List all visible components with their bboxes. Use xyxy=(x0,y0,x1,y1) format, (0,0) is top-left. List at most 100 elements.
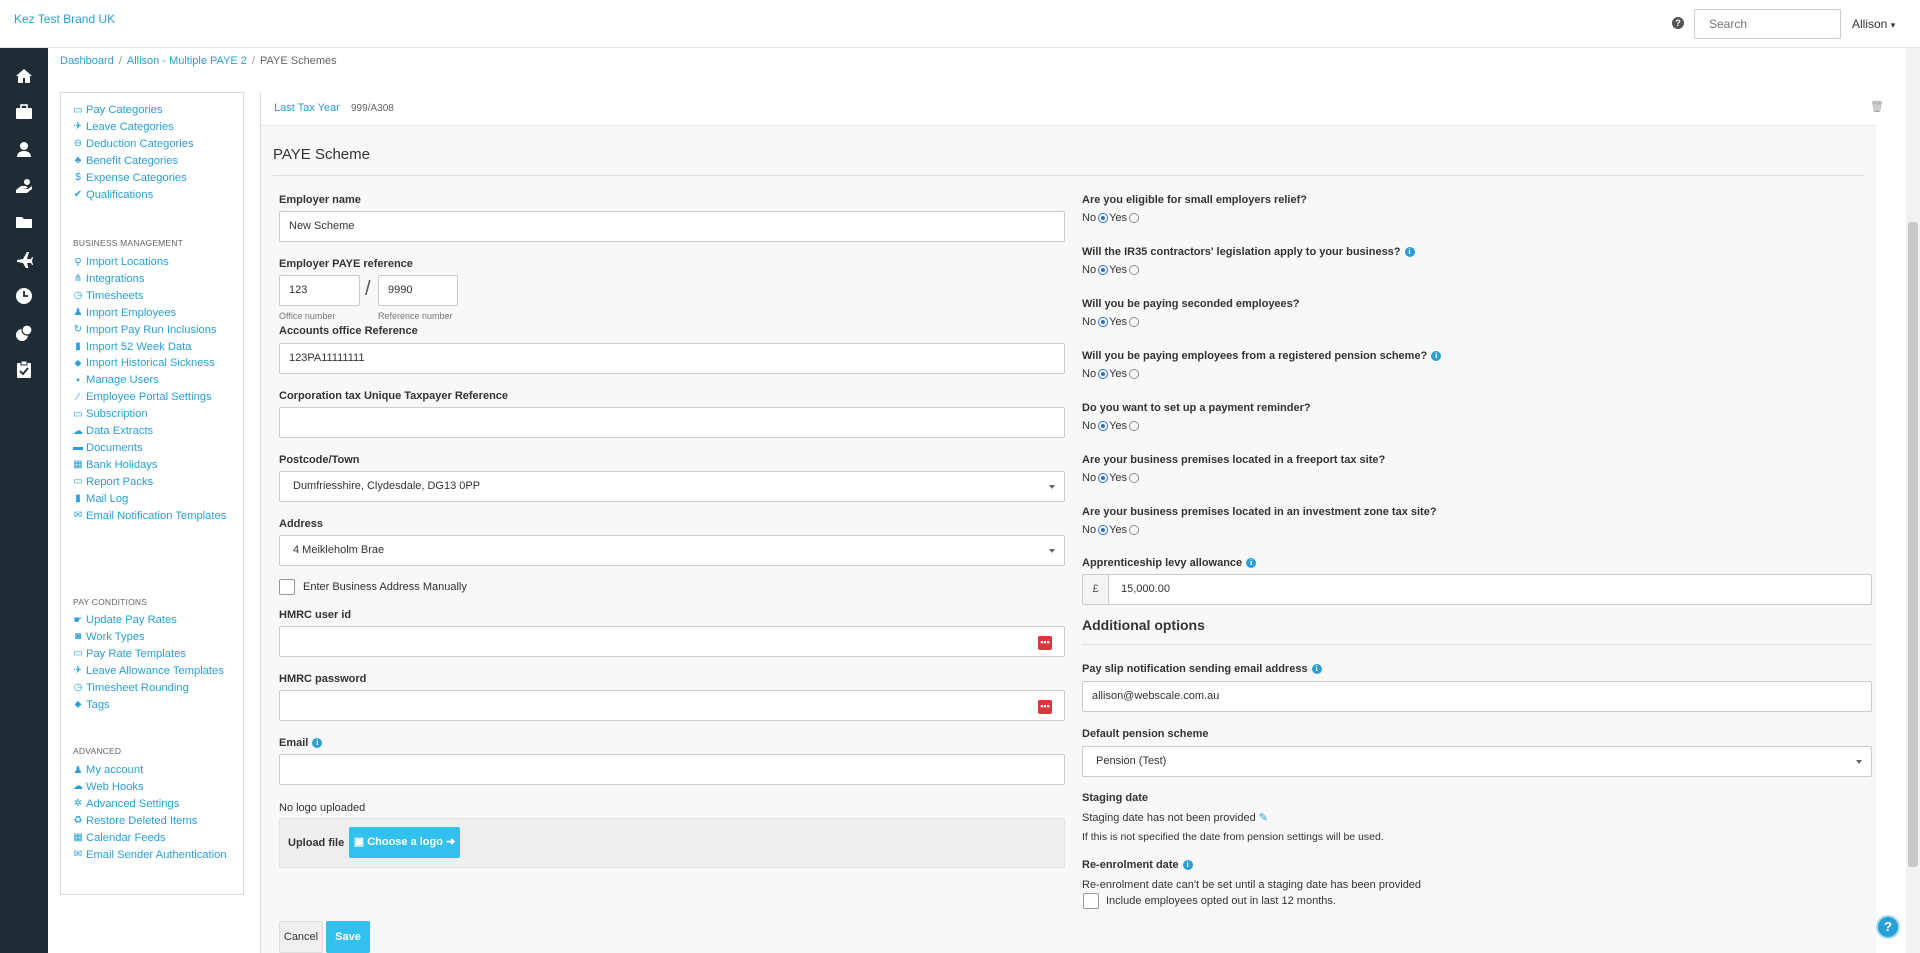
include-opted-out-checkbox[interactable] xyxy=(1083,893,1099,909)
radio-no[interactable] xyxy=(1098,473,1109,483)
sidebar-item-update-pay-rates[interactable]: ☛ Update Pay Rates xyxy=(73,614,177,626)
briefcase-icon[interactable] xyxy=(12,100,36,124)
sidebar-item-import-52-week-data[interactable]: ▮ Import 52 Week Data xyxy=(73,341,191,353)
clipboard-icon[interactable] xyxy=(12,358,36,382)
sidebar-item-deduction-categories[interactable]: ⊖ Deduction Categories xyxy=(73,138,194,150)
sidebar-item-benefit-categories[interactable]: ♣ Benefit Categories xyxy=(73,155,178,167)
levy-input[interactable]: £15,000.00 xyxy=(1082,574,1872,605)
sidebar-item-import-locations[interactable]: ⚲ Import Locations xyxy=(73,256,168,268)
help-icon[interactable]: ? xyxy=(1672,17,1684,29)
info-icon[interactable]: i xyxy=(1404,247,1415,257)
breadcrumb-business[interactable]: Allison - Multiple PAYE 2 xyxy=(127,55,247,67)
hmrc-user-input[interactable]: ••• xyxy=(279,626,1065,657)
radio-no[interactable] xyxy=(1098,421,1109,431)
scrollbar-thumb[interactable] xyxy=(1908,222,1918,867)
save-button[interactable]: Save xyxy=(326,921,370,953)
question-radio-group: No Yes xyxy=(1082,264,1140,276)
payslip-email-input[interactable]: allison@webscale.com.au xyxy=(1082,681,1872,712)
sidebar-item-import-historical-sickness[interactable]: ⬥ Import Historical Sickness xyxy=(73,357,215,369)
main-panel: Last Tax Year 999/A308 🗑 PAYE Scheme Emp… xyxy=(260,92,1884,953)
radio-yes[interactable] xyxy=(1129,265,1140,275)
choose-logo-button[interactable]: ▣ Choose a logo ➜ xyxy=(349,827,460,858)
sidebar-item-email-sender-authentication[interactable]: ✉ Email Sender Authentication xyxy=(73,849,227,861)
sidebar-item-mail-log[interactable]: ▮ Mail Log xyxy=(73,493,128,505)
sidebar-item-report-packs[interactable]: ▭ Report Packs xyxy=(73,476,153,488)
sidebar-item-leave-allowance-templates[interactable]: ✈ Leave Allowance Templates xyxy=(73,665,224,677)
address-select[interactable]: 4 Meikleholm Brae xyxy=(279,535,1065,566)
radio-yes[interactable] xyxy=(1129,525,1140,535)
user-menu[interactable]: Allison ▾ xyxy=(1852,17,1895,31)
sidebar-item-leave-categories[interactable]: ✈ Leave Categories xyxy=(73,121,174,133)
info-icon[interactable]: i xyxy=(1246,558,1257,568)
breadcrumb-current: PAYE Schemes xyxy=(259,55,337,67)
info-icon[interactable]: i xyxy=(1182,860,1193,870)
sidebar-item-pay-rate-templates[interactable]: ▭ Pay Rate Templates xyxy=(73,648,186,660)
hmrc-password-input[interactable]: ••• xyxy=(279,690,1065,721)
home-icon[interactable] xyxy=(12,64,36,88)
brand-link[interactable]: Kez Test Brand UK xyxy=(14,12,115,26)
info-icon[interactable]: i xyxy=(312,738,323,748)
sidebar-item-restore-deleted-items[interactable]: ♻ Restore Deleted Items xyxy=(73,815,198,827)
radio-no[interactable] xyxy=(1098,317,1109,327)
clock-icon: ◷ xyxy=(73,682,83,694)
employer-name-input[interactable]: New Scheme xyxy=(279,211,1065,242)
sidebar-item-expense-categories[interactable]: $ Expense Categories xyxy=(73,172,187,184)
sidebar-item-email-notification-templates[interactable]: ✉ Email Notification Templates xyxy=(73,510,227,522)
sidebar-item-data-extracts[interactable]: ☁ Data Extracts xyxy=(73,425,153,437)
plane-icon[interactable] xyxy=(12,247,36,271)
coins-icon[interactable] xyxy=(12,321,36,345)
email-input[interactable] xyxy=(279,754,1065,785)
sidebar-item-bank-holidays[interactable]: ▦ Bank Holidays xyxy=(73,459,157,471)
tab-last-tax-year[interactable]: Last Tax Year xyxy=(274,102,340,114)
password-manager-icon[interactable]: ••• xyxy=(1038,700,1052,714)
payment-icon[interactable] xyxy=(12,174,36,198)
address-value: 4 Meikleholm Brae xyxy=(293,544,385,556)
radio-yes[interactable] xyxy=(1129,213,1140,223)
radio-yes[interactable] xyxy=(1129,473,1140,483)
sidebar-item-work-types[interactable]: ◙ Work Types xyxy=(73,631,145,643)
reference-number-input[interactable]: 9990 xyxy=(378,275,458,306)
sidebar-item-my-account[interactable]: ♟ My account xyxy=(73,764,144,776)
radio-no[interactable] xyxy=(1098,213,1109,223)
sidebar-item-manage-users[interactable]: ▪ Manage Users xyxy=(73,374,159,386)
sidebar-item-pay-categories[interactable]: ▭ Pay Categories xyxy=(73,104,163,116)
radio-yes[interactable] xyxy=(1129,369,1140,379)
sidebar-item-subscription[interactable]: ▭ Subscription xyxy=(73,408,147,420)
pencil-icon[interactable]: ✎ xyxy=(1259,811,1268,824)
trash-icon[interactable]: 🗑 xyxy=(1870,100,1884,113)
sidebar-item-advanced-settings[interactable]: ✲ Advanced Settings xyxy=(73,798,180,810)
office-number-input[interactable]: 123 xyxy=(279,275,360,306)
sidebar-item-import-employees[interactable]: ♟ Import Employees xyxy=(73,307,177,319)
employees-icon[interactable] xyxy=(12,137,36,161)
postcode-select[interactable]: Dumfriesshire, Clydesdale, DG13 0PP xyxy=(279,471,1065,502)
cancel-button[interactable]: Cancel xyxy=(279,921,323,953)
sidebar-item-web-hooks[interactable]: ☁ Web Hooks xyxy=(73,781,144,793)
corporation-tax-input[interactable] xyxy=(279,407,1065,438)
info-icon[interactable]: i xyxy=(1431,351,1442,361)
sidebar-item-calendar-feeds[interactable]: ▦ Calendar Feeds xyxy=(73,832,165,844)
sidebar-item-timesheets[interactable]: ◷ Timesheets xyxy=(73,290,144,302)
sidebar-item-timesheet-rounding[interactable]: ◷ Timesheet Rounding xyxy=(73,682,189,694)
radio-no[interactable] xyxy=(1098,369,1109,379)
radio-no[interactable] xyxy=(1098,525,1109,535)
pension-select[interactable]: Pension (Test) xyxy=(1082,746,1872,777)
folder-icon[interactable] xyxy=(12,210,36,234)
help-bubble-icon[interactable]: ? xyxy=(1876,915,1900,939)
sidebar-item-integrations[interactable]: ⋔ Integrations xyxy=(73,273,145,285)
breadcrumb-dashboard[interactable]: Dashboard xyxy=(60,55,114,67)
sidebar-item-documents[interactable]: ▬ Documents xyxy=(73,442,143,454)
radio-no[interactable] xyxy=(1098,265,1109,275)
manual-address-checkbox[interactable] xyxy=(279,579,295,595)
clock-icon[interactable] xyxy=(12,284,36,308)
radio-yes[interactable] xyxy=(1129,421,1140,431)
sidebar-item-employee-portal-settings[interactable]: ⁄ Employee Portal Settings xyxy=(73,391,211,403)
sidebar-item-import-pay-run-inclusions[interactable]: ↻ Import Pay Run Inclusions xyxy=(73,324,217,336)
search-input[interactable] xyxy=(1694,9,1841,39)
password-manager-icon[interactable]: ••• xyxy=(1038,636,1052,650)
sidebar-item-tags[interactable]: ⬥ Tags xyxy=(73,699,110,711)
info-icon[interactable]: i xyxy=(1311,664,1322,674)
sidebar-item-label: Pay Categories xyxy=(86,104,163,116)
radio-yes[interactable] xyxy=(1129,317,1140,327)
accounts-office-input[interactable]: 123PA11111111 xyxy=(279,343,1065,374)
sidebar-item-qualifications[interactable]: ✔ Qualifications xyxy=(73,189,153,201)
